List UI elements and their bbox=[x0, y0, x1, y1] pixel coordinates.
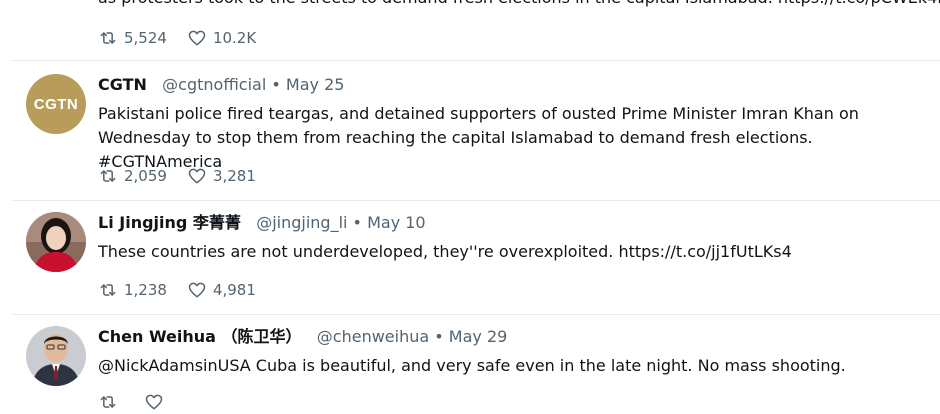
retweet-icon bbox=[100, 284, 116, 296]
tweet-li-jingjing[interactable]: Li Jingjing 李菁菁 @jingjing_li • May 10 Th… bbox=[12, 200, 940, 314]
profile-photo bbox=[26, 212, 86, 272]
tweet-content: CGTN @cgtnofficial • May 25 Pakistani po… bbox=[98, 74, 934, 174]
previous-tweet: as protesters took to the streets to dem… bbox=[0, 0, 940, 60]
tweet-date[interactable]: May 29 bbox=[449, 327, 508, 346]
retweet-count: 5,524 bbox=[124, 29, 167, 47]
heart-icon bbox=[188, 282, 206, 298]
retweet-count: 2,059 bbox=[124, 167, 167, 185]
tweet-header: Li Jingjing 李菁菁 @jingjing_li • May 10 bbox=[98, 212, 934, 234]
profile-photo bbox=[26, 326, 86, 386]
avatar[interactable] bbox=[26, 212, 86, 272]
tweet-date[interactable]: May 10 bbox=[367, 213, 426, 232]
like-count: 10.2K bbox=[212, 29, 257, 47]
like-button[interactable]: 3,281 bbox=[187, 166, 256, 186]
like-button[interactable]: 4,981 bbox=[187, 280, 256, 300]
author-name[interactable]: Chen Weihua （陈卫华） bbox=[98, 327, 302, 346]
retweet-button[interactable] bbox=[98, 392, 124, 412]
tweet-content: Chen Weihua （陈卫华） @chenweihua • May 29 @… bbox=[98, 326, 934, 378]
tweet-actions bbox=[98, 390, 190, 414]
author-handle[interactable]: @jingjing_li bbox=[256, 213, 347, 232]
previous-tweet-actions: 5,524 10.2K bbox=[98, 26, 276, 50]
tweet-content: Li Jingjing 李菁菁 @jingjing_li • May 10 Th… bbox=[98, 212, 934, 264]
tweet-date[interactable]: May 25 bbox=[286, 75, 345, 94]
tweet-cgtn[interactable]: CGTN CGTN @cgtnofficial • May 25 Pakista… bbox=[12, 60, 940, 200]
retweet-icon bbox=[100, 32, 116, 44]
retweet-count: 1,238 bbox=[124, 281, 167, 299]
author-handle[interactable]: @chenweihua bbox=[317, 327, 429, 346]
avatar[interactable]: CGTN bbox=[26, 74, 86, 134]
cgtn-logo-text: CGTN bbox=[33, 95, 79, 113]
retweet-button[interactable]: 1,238 bbox=[98, 280, 167, 300]
author-handle[interactable]: @cgtnofficial bbox=[162, 75, 266, 94]
tweet-chen-weihua[interactable]: Chen Weihua （陈卫华） @chenweihua • May 29 @… bbox=[12, 314, 940, 410]
like-button[interactable]: 10.2K bbox=[187, 28, 256, 48]
tweet-header: CGTN @cgtnofficial • May 25 bbox=[98, 74, 934, 96]
author-name[interactable]: Li Jingjing 李菁菁 bbox=[98, 213, 241, 232]
author-name[interactable]: CGTN bbox=[98, 75, 147, 94]
heart-icon bbox=[188, 30, 206, 46]
tweet-text: @NickAdamsinUSA Cuba is beautiful, and v… bbox=[98, 356, 846, 375]
tweet-actions: 1,238 4,981 bbox=[98, 278, 276, 302]
retweet-button[interactable]: 5,524 bbox=[98, 28, 167, 48]
like-count: 4,981 bbox=[212, 281, 256, 299]
previous-tweet-text: as protesters took to the streets to dem… bbox=[98, 0, 940, 10]
separator-dot: • bbox=[352, 213, 362, 232]
separator-dot: • bbox=[434, 327, 444, 346]
tweet-text: These countries are not underdeveloped, … bbox=[98, 242, 792, 261]
avatar[interactable] bbox=[26, 326, 86, 386]
heart-icon bbox=[188, 168, 206, 184]
separator-dot: • bbox=[271, 75, 281, 94]
retweet-icon bbox=[100, 396, 116, 408]
like-button[interactable] bbox=[144, 392, 170, 412]
tweet-actions: 2,059 3,281 bbox=[98, 164, 276, 188]
retweet-icon bbox=[100, 170, 116, 182]
like-count: 3,281 bbox=[212, 167, 256, 185]
retweet-button[interactable]: 2,059 bbox=[98, 166, 167, 186]
tweet-feed: as protesters took to the streets to dem… bbox=[0, 0, 940, 410]
tweet-header: Chen Weihua （陈卫华） @chenweihua • May 29 bbox=[98, 326, 934, 348]
heart-icon bbox=[145, 394, 163, 410]
